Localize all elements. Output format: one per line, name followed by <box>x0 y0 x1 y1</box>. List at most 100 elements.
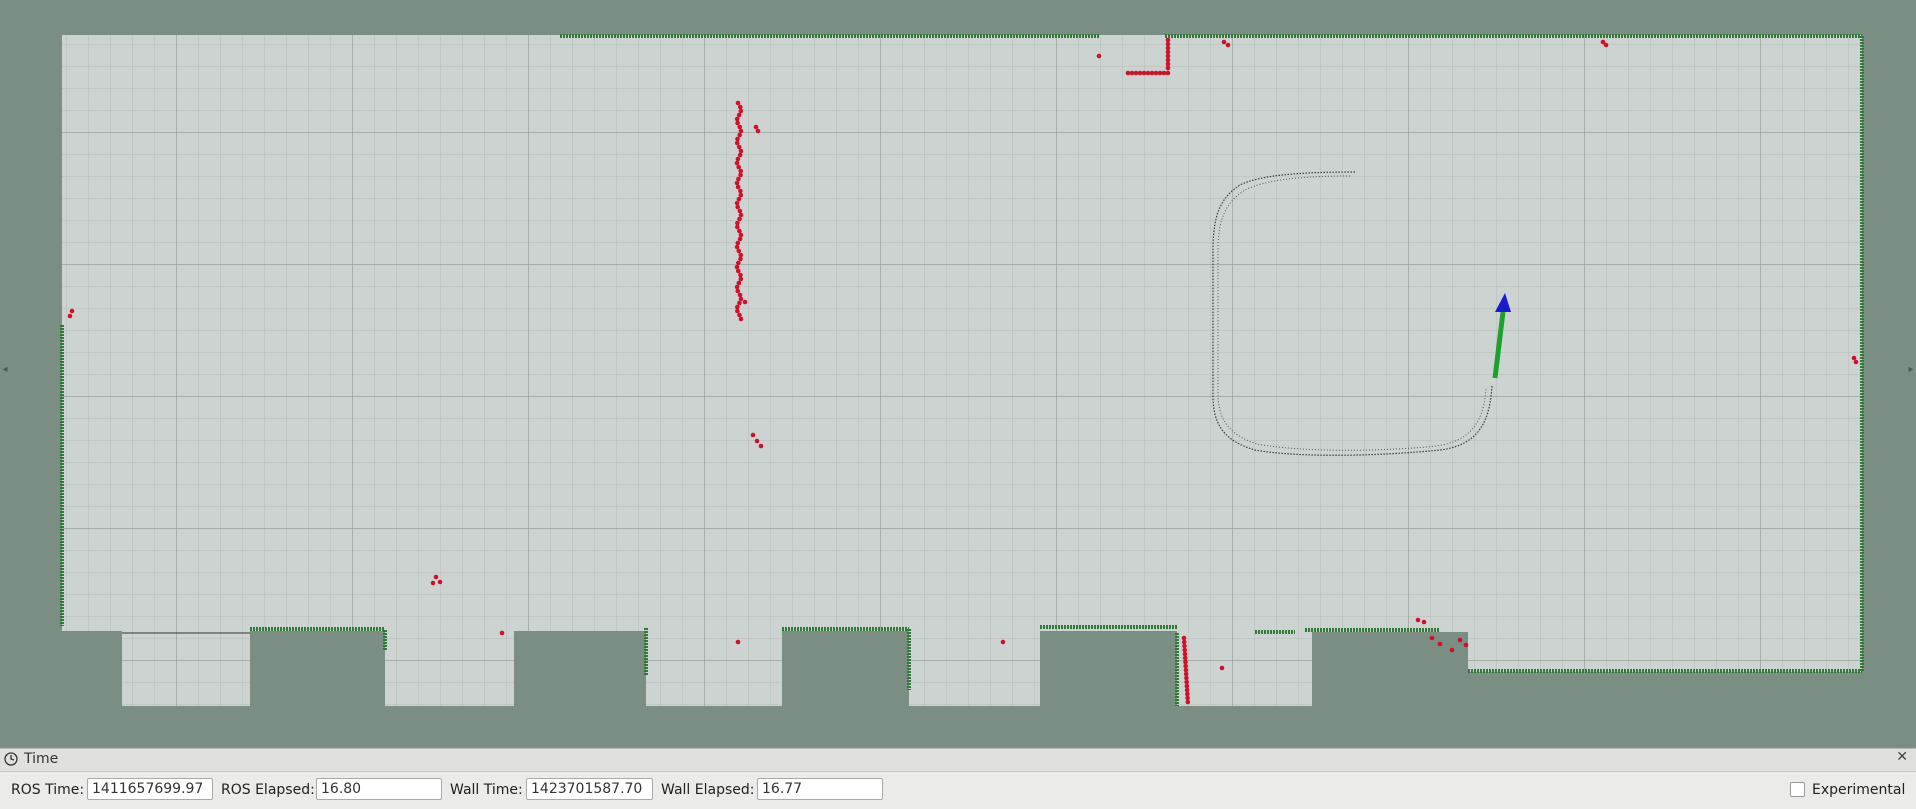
laser-point <box>755 128 761 134</box>
laser-point <box>1415 617 1421 623</box>
laser-point <box>738 192 744 198</box>
time-panel: Time ✕ ROS Time: 1411657699.97 ROS Elaps… <box>0 748 1916 809</box>
laser-point <box>1182 647 1188 653</box>
laser-point <box>737 228 742 234</box>
laser-point <box>738 252 744 258</box>
laser-point <box>1165 61 1171 67</box>
laser-point <box>738 128 744 134</box>
laser-point <box>735 204 740 210</box>
laser-point <box>1184 675 1189 681</box>
laser-point <box>734 244 740 250</box>
laser-point <box>738 316 744 322</box>
laser-point <box>1421 619 1427 625</box>
laser-point <box>1165 65 1171 71</box>
experimental-checkbox[interactable] <box>1790 782 1805 797</box>
laser-point <box>738 108 744 114</box>
ros-elapsed-field[interactable]: 16.80 <box>316 778 442 800</box>
laser-point <box>1157 70 1163 76</box>
laser-point <box>735 136 740 142</box>
laser-point <box>734 200 740 206</box>
laser-point <box>1165 57 1171 63</box>
laser-point <box>736 176 741 182</box>
rviz-3d-view[interactable]: ◂ ▸ <box>0 0 1916 748</box>
laser-point <box>738 212 744 218</box>
wall-elapsed-field[interactable]: 16.77 <box>757 778 883 800</box>
laser-point <box>736 144 742 150</box>
laser-point <box>735 240 741 246</box>
laser-point <box>737 292 743 298</box>
laser-point <box>1183 667 1189 673</box>
wall-elapsed-label: Wall Elapsed: <box>661 782 755 798</box>
laser-point <box>1145 70 1151 76</box>
laser-point <box>735 288 741 294</box>
laser-point <box>754 438 760 444</box>
laser-point <box>1125 70 1131 76</box>
laser-point <box>738 256 743 262</box>
laser-point <box>734 180 740 186</box>
laser-point <box>1184 683 1190 689</box>
laser-point <box>737 124 743 130</box>
laser-point <box>738 188 743 194</box>
laser-point <box>736 164 741 170</box>
laser-point <box>742 299 748 305</box>
laser-point <box>737 216 742 222</box>
laser-point <box>734 284 740 290</box>
left-panel-handle[interactable]: ◂ <box>0 360 10 380</box>
laser-point <box>738 296 744 302</box>
time-panel-titlebar: Time ✕ <box>0 749 1916 772</box>
laser-point <box>1429 635 1435 641</box>
laser-point <box>1165 49 1171 55</box>
laser-point <box>735 308 740 314</box>
laser-point <box>1221 39 1227 45</box>
laser-point <box>1183 671 1189 677</box>
laser-point <box>1449 647 1455 653</box>
laser-point <box>1183 663 1188 669</box>
laser-point <box>736 196 742 202</box>
right-panel-handle[interactable]: ▸ <box>1906 360 1916 380</box>
laser-point <box>1851 355 1857 361</box>
map-free-space <box>62 35 1862 706</box>
laser-point <box>1181 639 1187 645</box>
laser-point <box>753 124 759 130</box>
laser-point <box>1185 695 1190 701</box>
close-icon[interactable]: ✕ <box>1896 749 1908 765</box>
clock-icon <box>4 752 18 766</box>
laser-point <box>738 148 744 154</box>
laser-point <box>736 112 742 118</box>
ros-time-field[interactable]: 1411657699.97 <box>87 778 213 800</box>
laser-point <box>735 268 741 274</box>
ros-elapsed-label: ROS Elapsed: <box>221 782 315 798</box>
laser-point <box>1603 42 1609 48</box>
laser-point <box>735 639 741 645</box>
laser-point <box>737 132 742 138</box>
laser-point <box>1165 70 1171 76</box>
laser-point <box>735 304 740 310</box>
laser-point <box>737 312 742 318</box>
laser-point <box>734 264 740 270</box>
laser-point <box>734 116 740 122</box>
laser-point <box>1185 691 1190 697</box>
wall-time-field[interactable]: 1423701587.70 <box>526 778 653 800</box>
laser-point <box>1165 37 1171 43</box>
laser-point <box>1219 665 1225 671</box>
laser-point <box>738 276 744 282</box>
laser-point <box>1129 70 1135 76</box>
laser-point <box>1165 41 1171 47</box>
time-readouts: ROS Time: 1411657699.97 ROS Elapsed: 16.… <box>0 777 1916 803</box>
panel-title: Time <box>24 751 59 767</box>
laser-point <box>738 272 743 278</box>
laser-point <box>736 248 742 254</box>
laser-point <box>1141 70 1147 76</box>
laser-point <box>1161 70 1167 76</box>
laser-point <box>734 160 740 166</box>
laser-point <box>1457 637 1463 643</box>
laser-point <box>1437 641 1443 647</box>
laser-point <box>750 432 756 438</box>
laser-point <box>1165 45 1171 51</box>
occupancy-grid-map[interactable] <box>0 0 1916 748</box>
ros-time-label: ROS Time: <box>11 782 85 798</box>
laser-point <box>735 220 740 226</box>
laser-point <box>499 630 505 636</box>
wall-time-label: Wall Time: <box>450 782 523 798</box>
laser-point <box>738 232 744 238</box>
